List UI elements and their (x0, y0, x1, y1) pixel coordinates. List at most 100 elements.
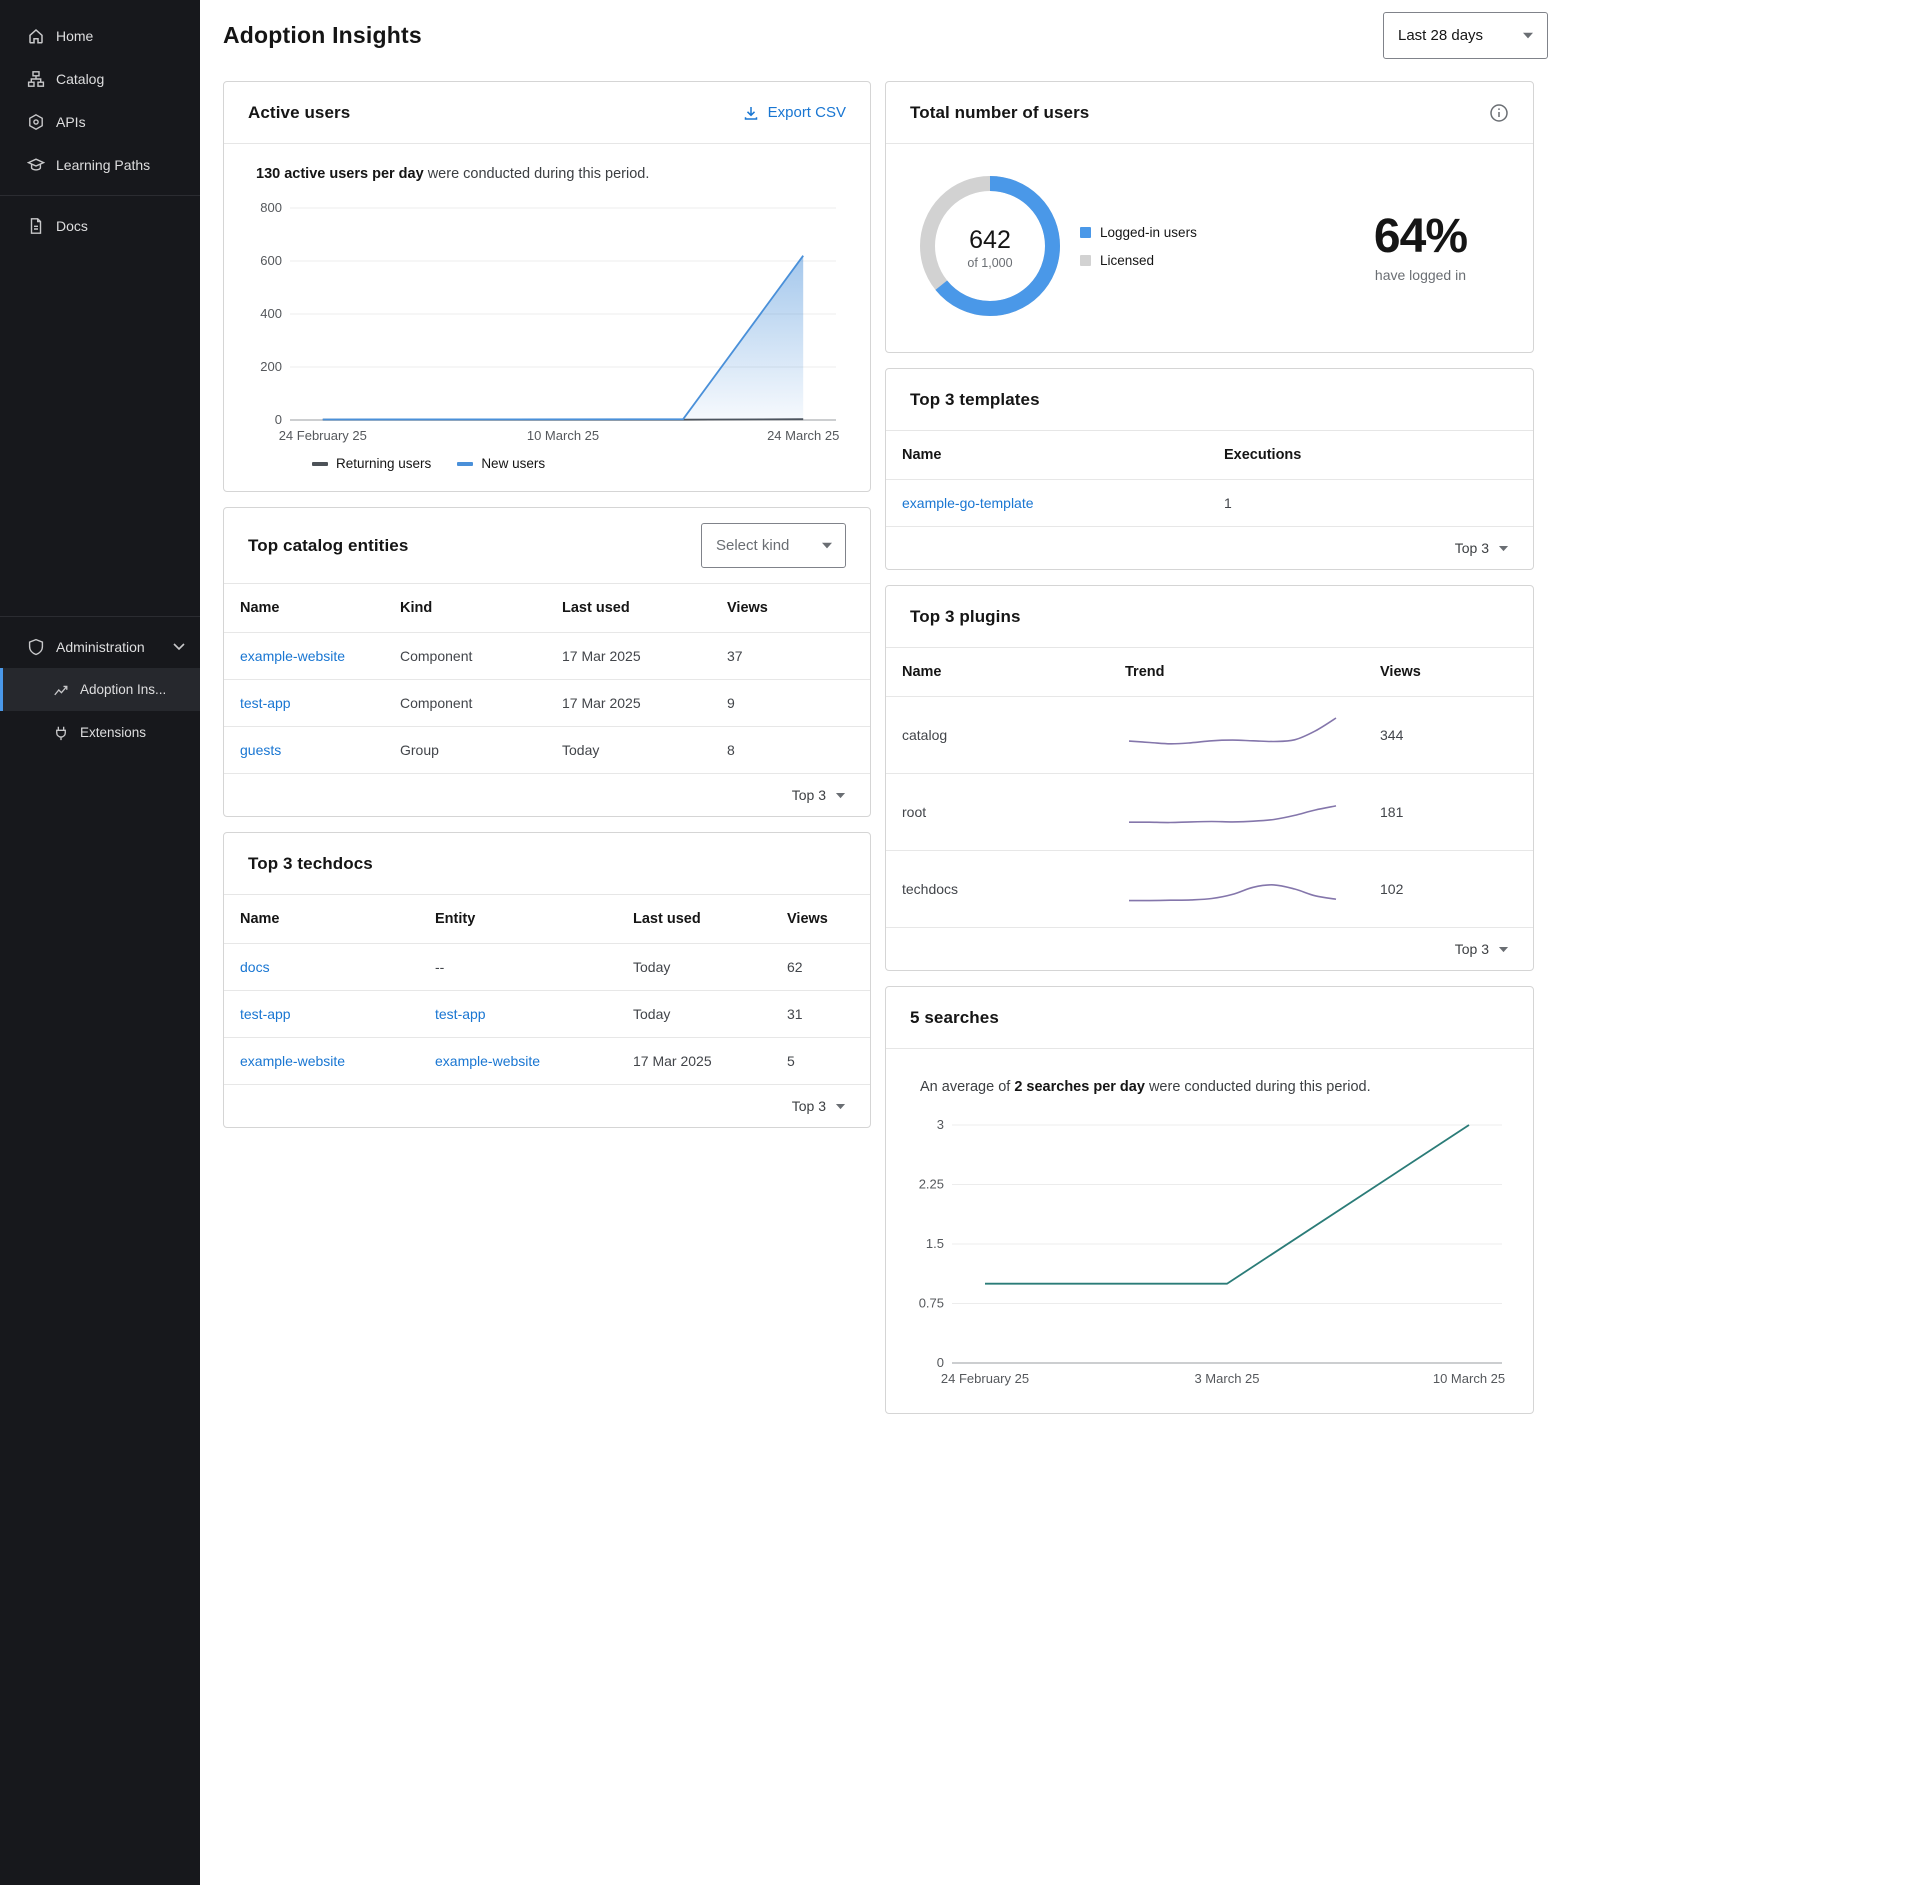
active-users-summary: 130 active users per day were conducted … (256, 166, 846, 182)
card-title: Top 3 techdocs (248, 854, 373, 874)
table-header-row: Name Entity Last used Views (224, 895, 870, 944)
top3-selector[interactable]: Top 3 (1455, 941, 1509, 957)
searches-card: 5 searches An average of 2 searches per … (885, 986, 1534, 1414)
percent-value: 64% (1374, 209, 1467, 264)
techdocs-footer: Top 3 (224, 1084, 870, 1127)
entity-link[interactable]: example-website (435, 1053, 540, 1069)
download-icon (743, 105, 759, 121)
top-techdocs-card: Top 3 techdocs Name Entity Last used Vie… (223, 832, 871, 1128)
active-users-card: Active users Export CSV 130 active users… (223, 81, 871, 492)
column-header-last-used: Last used (617, 895, 771, 944)
sidebar-item-home[interactable]: Home (0, 14, 200, 57)
column-header-views: Views (771, 895, 870, 944)
date-range-select[interactable]: Last 28 days (1383, 12, 1548, 59)
cell-kind: Component (384, 633, 546, 680)
sidebar-divider (0, 616, 200, 617)
templates-footer: Top 3 (886, 526, 1533, 569)
cell-executions: 1 (1208, 480, 1533, 527)
table-header-row: Name Executions (886, 431, 1533, 480)
top-templates-header: Top 3 templates (886, 369, 1533, 431)
svg-text:0.75: 0.75 (919, 1296, 944, 1311)
legend-label: New users (481, 456, 545, 471)
percent-caption: have logged in (1374, 267, 1467, 283)
chevron-down-icon (172, 642, 186, 651)
top-techdocs-header: Top 3 techdocs (224, 833, 870, 895)
dashboard-columns: Active users Export CSV 130 active users… (223, 81, 1548, 1429)
table-row: example-go-template 1 (886, 480, 1533, 527)
legend-label: Licensed (1100, 253, 1154, 268)
cell-entity: -- (419, 944, 617, 991)
learning-paths-icon (27, 156, 45, 174)
entity-link[interactable]: guests (240, 742, 281, 758)
cell-kind: Component (384, 680, 546, 727)
cell-views: 9 (711, 680, 870, 727)
top3-selector[interactable]: Top 3 (792, 1098, 846, 1114)
cell-views: 5 (771, 1038, 870, 1085)
entity-link[interactable]: example-website (240, 648, 345, 664)
sidebar: Home Catalog APIs Learning Paths D (0, 0, 200, 1885)
cell-plugin-name: techdocs (886, 851, 1109, 928)
top3-selector[interactable]: Top 3 (792, 787, 846, 803)
searches-chart: 00.751.52.25324 February 253 March 2510 … (912, 1113, 1507, 1389)
cell-last-used: Today (546, 727, 711, 774)
techdoc-link[interactable]: test-app (240, 1006, 291, 1022)
sidebar-item-learning-paths[interactable]: Learning Paths (0, 143, 200, 186)
column-header-name: Name (224, 895, 419, 944)
entity-link[interactable]: test-app (435, 1006, 486, 1022)
catalog-entities-table: Name Kind Last used Views example-websit… (224, 584, 870, 773)
legend-item-logged-in: Logged-in users (1080, 225, 1197, 240)
column-header-name: Name (224, 584, 384, 633)
info-icon[interactable] (1489, 103, 1509, 123)
sidebar-spacer (0, 247, 200, 607)
insights-chart-icon (52, 681, 70, 699)
table-row: test-app test-app Today 31 (224, 991, 870, 1038)
sidebar-item-catalog[interactable]: Catalog (0, 57, 200, 100)
plugin-trend-sparkline (1125, 714, 1348, 756)
sidebar-item-adoption-insights[interactable]: Adoption Ins... (0, 668, 200, 711)
date-range-value: Last 28 days (1398, 27, 1483, 44)
logged-in-swatch (1080, 227, 1091, 238)
table-row: catalog 344 (886, 697, 1533, 774)
top3-selector[interactable]: Top 3 (1455, 540, 1509, 556)
export-csv-button[interactable]: Export CSV (743, 104, 846, 121)
total-users-card: Total number of users 642of 1,000 Logged… (885, 81, 1534, 353)
column-header-name: Name (886, 648, 1109, 697)
svg-text:0: 0 (275, 412, 282, 427)
sidebar-item-apis[interactable]: APIs (0, 100, 200, 143)
top3-label: Top 3 (792, 787, 826, 803)
sidebar-divider (0, 195, 200, 196)
template-link[interactable]: example-go-template (902, 495, 1034, 511)
top-plugins-header: Top 3 plugins (886, 586, 1533, 648)
techdoc-link[interactable]: docs (240, 959, 270, 975)
cell-views: 31 (771, 991, 870, 1038)
percent-block: 64% have logged in (1374, 209, 1467, 283)
templates-table: Name Executions example-go-template 1 (886, 431, 1533, 526)
searches-header: 5 searches (886, 987, 1533, 1049)
export-csv-label: Export CSV (768, 104, 846, 121)
total-users-header: Total number of users (886, 82, 1533, 144)
entity-link[interactable]: test-app (240, 695, 291, 711)
app-root: Home Catalog APIs Learning Paths D (0, 0, 1919, 1885)
card-title: Top 3 templates (910, 390, 1040, 410)
sidebar-item-administration[interactable]: Administration (0, 625, 200, 668)
kind-filter-select[interactable]: Select kind (701, 523, 846, 568)
searches-summary: An average of 2 searches per day were co… (920, 1079, 1507, 1095)
table-row: example-website Component 17 Mar 2025 37 (224, 633, 870, 680)
svg-text:600: 600 (260, 253, 282, 268)
svg-text:of 1,000: of 1,000 (967, 256, 1012, 270)
techdoc-link[interactable]: example-website (240, 1053, 345, 1069)
sidebar-item-label: Administration (56, 639, 145, 655)
svg-text:10 March 25: 10 March 25 (527, 428, 599, 443)
legend-label: Returning users (336, 456, 431, 471)
svg-text:2.25: 2.25 (919, 1177, 944, 1192)
page-title: Adoption Insights (223, 22, 422, 49)
legend-item-returning-users: Returning users (312, 456, 431, 471)
sidebar-item-extensions[interactable]: Extensions (0, 711, 200, 754)
sidebar-item-docs[interactable]: Docs (0, 204, 200, 247)
svg-text:24 March 25: 24 March 25 (767, 428, 839, 443)
chevron-down-icon (835, 792, 846, 799)
new-users-swatch (457, 462, 473, 466)
top-plugins-card: Top 3 plugins Name Trend Views (885, 585, 1534, 971)
table-row: guests Group Today 8 (224, 727, 870, 774)
main-content: Adoption Insights Last 28 days Active us… (200, 0, 1560, 1885)
